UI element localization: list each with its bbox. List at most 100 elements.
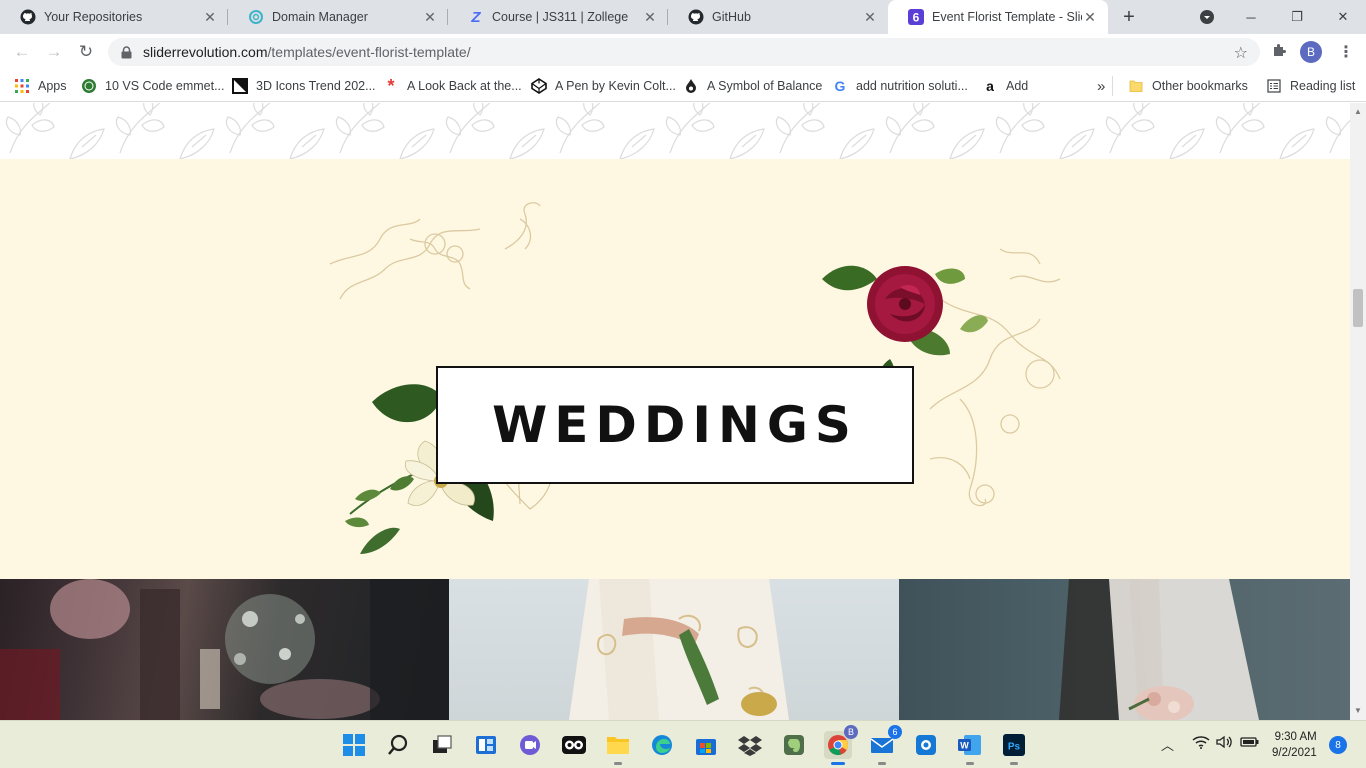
close-tab-icon[interactable]: ✕ — [422, 9, 438, 25]
notification-count-badge[interactable]: 8 — [1329, 736, 1347, 754]
tab-github[interactable]: GitHub ✕ — [668, 0, 888, 34]
bookmark-pen-kevin[interactable]: A Pen by Kevin Colt... — [531, 76, 676, 96]
svg-text:Ps: Ps — [1008, 742, 1021, 753]
bride-bouquet-photo — [1059, 579, 1259, 720]
widgets-icon — [476, 736, 496, 754]
close-tab-icon[interactable]: ✕ — [642, 9, 658, 25]
volume-icon[interactable] — [1216, 735, 1234, 752]
svg-text:6: 6 — [913, 11, 920, 25]
wedding-table-photo — [0, 579, 449, 720]
close-window-button[interactable]: ✕ — [1320, 0, 1366, 34]
profile-avatar[interactable]: B — [1300, 41, 1322, 63]
edge-browser-icon — [652, 735, 672, 755]
bookmarks-overflow-button[interactable]: » — [1097, 76, 1105, 96]
bookmark-add-nutrition[interactable]: G add nutrition soluti... — [832, 76, 968, 96]
bookmark-label: Apps — [38, 79, 67, 93]
bookmark-vs-code-emmet[interactable]: 10 VS Code emmet... — [81, 76, 225, 96]
gallery-photo-2[interactable] — [449, 579, 899, 720]
bookmark-label: add nutrition soluti... — [856, 79, 968, 93]
back-button[interactable]: ← — [10, 40, 34, 64]
extensions-puzzle-icon[interactable] — [1271, 42, 1287, 63]
amazon-icon: a — [986, 78, 994, 94]
clock-time: 9:30 AM — [1274, 731, 1317, 743]
store-bag-icon — [696, 739, 716, 755]
dropbox-icon — [738, 736, 762, 756]
reload-button[interactable]: ↻ — [74, 40, 98, 64]
chevron-down-circle-icon — [1200, 10, 1214, 24]
menu-kebab-icon[interactable]: ⋮ — [1338, 42, 1354, 62]
task-view-button[interactable] — [428, 731, 456, 759]
photoshop-button[interactable]: Ps — [1000, 731, 1028, 765]
bookmarks-bar: Apps 10 VS Code emmet... 3D Icons Trend … — [0, 70, 1366, 102]
running-indicator — [878, 762, 886, 765]
mail-button[interactable]: 6 — [868, 725, 902, 765]
scrollbar-thumb[interactable] — [1353, 289, 1363, 327]
word-icon: W — [958, 735, 981, 755]
search-button[interactable] — [384, 731, 412, 759]
teams-chat-button[interactable] — [516, 731, 544, 759]
tab-event-florist[interactable]: 6 Event Florist Template - Slide ✕ — [888, 0, 1108, 34]
clock-date: 9/2/2021 — [1272, 747, 1317, 759]
forward-button[interactable]: → — [42, 40, 66, 64]
bookmark-apps[interactable]: Apps — [14, 76, 67, 96]
chat-icon — [520, 735, 540, 755]
tab-title: GitHub — [712, 10, 751, 24]
bookmarks-divider — [1112, 76, 1113, 96]
edge-button[interactable] — [648, 731, 676, 759]
show-hidden-icons-chevron-up-icon[interactable]: ︿ — [1161, 735, 1174, 754]
file-explorer-button[interactable] — [604, 731, 632, 765]
drop-icon — [683, 78, 699, 94]
tab-title: Course | JS311 | Zollege — [492, 10, 629, 24]
apps-grid-icon — [14, 78, 30, 94]
close-tab-icon[interactable]: ✕ — [1082, 9, 1098, 25]
battery-icon[interactable] — [1240, 735, 1260, 752]
owl-icon — [562, 736, 586, 754]
bookmark-label: Add — [1006, 79, 1029, 93]
page-scrollbar[interactable]: ▲ ▼ — [1350, 103, 1366, 720]
url-path: /templates/event-florist-template/ — [267, 44, 471, 60]
bookmark-symbol-balance[interactable]: A Symbol of Balance — [683, 76, 822, 96]
start-button[interactable] — [340, 731, 368, 759]
gallery-photo-3[interactable] — [899, 579, 1350, 720]
tab-search-button[interactable] — [1184, 0, 1230, 34]
dropbox-button[interactable] — [736, 731, 764, 759]
folder-icon — [607, 737, 629, 754]
microsoft-store-button[interactable] — [692, 731, 720, 759]
widgets-button[interactable] — [472, 731, 500, 759]
lock-icon — [121, 45, 133, 59]
bookmark-star-icon[interactable]: ☆ — [1234, 43, 1248, 63]
bookmark-label: Other bookmarks — [1152, 79, 1248, 93]
address-bar[interactable]: sliderrevolution.com/templates/event-flo… — [108, 38, 1260, 66]
close-tab-icon[interactable]: ✕ — [202, 9, 218, 25]
tab-your-repositories[interactable]: Your Repositories ✕ — [0, 0, 228, 34]
red-rose-flower — [867, 266, 943, 342]
bookmark-look-back[interactable]: * A Look Back at the... — [383, 76, 521, 96]
onedrive-button[interactable] — [912, 731, 940, 759]
new-tab-button[interactable]: + — [1117, 5, 1141, 29]
task-view-icon — [433, 735, 452, 753]
close-tab-icon[interactable]: ✕ — [862, 9, 878, 25]
maximize-button[interactable]: ❐ — [1274, 0, 1320, 34]
evernote-button[interactable] — [780, 731, 808, 759]
domain-icon — [248, 9, 264, 25]
scroll-up-arrow-icon[interactable]: ▲ — [1354, 107, 1362, 116]
bookmark-add[interactable]: a Add — [982, 76, 1028, 96]
tripadvisor-button[interactable] — [560, 731, 588, 759]
minimize-button[interactable]: ─ — [1228, 0, 1274, 34]
gallery-photo-1[interactable] — [0, 579, 449, 720]
scroll-down-arrow-icon[interactable]: ▼ — [1354, 706, 1362, 715]
windows-logo-icon — [343, 734, 365, 756]
word-button[interactable]: W — [956, 731, 984, 765]
reading-list-button[interactable]: Reading list — [1266, 76, 1355, 96]
wifi-icon[interactable] — [1192, 735, 1210, 752]
tab-course-js311[interactable]: Z Course | JS311 | Zollege ✕ — [448, 0, 668, 34]
bookmark-3d-icons[interactable]: 3D Icons Trend 202... — [232, 76, 376, 96]
system-clock[interactable]: 9:30 AM 9/2/2021 — [1272, 729, 1317, 761]
browser-toolbar: ← → ↻ sliderrevolution.com/templates/eve… — [0, 34, 1366, 70]
tab-domain-manager[interactable]: Domain Manager ✕ — [228, 0, 448, 34]
wedding-photo-gallery — [0, 579, 1350, 720]
slider-revolution-icon: 6 — [908, 9, 924, 25]
bookmark-other-bookmarks[interactable]: Other bookmarks — [1128, 76, 1248, 96]
chrome-button[interactable]: B — [824, 725, 858, 765]
photoshop-icon: Ps — [1003, 734, 1025, 756]
